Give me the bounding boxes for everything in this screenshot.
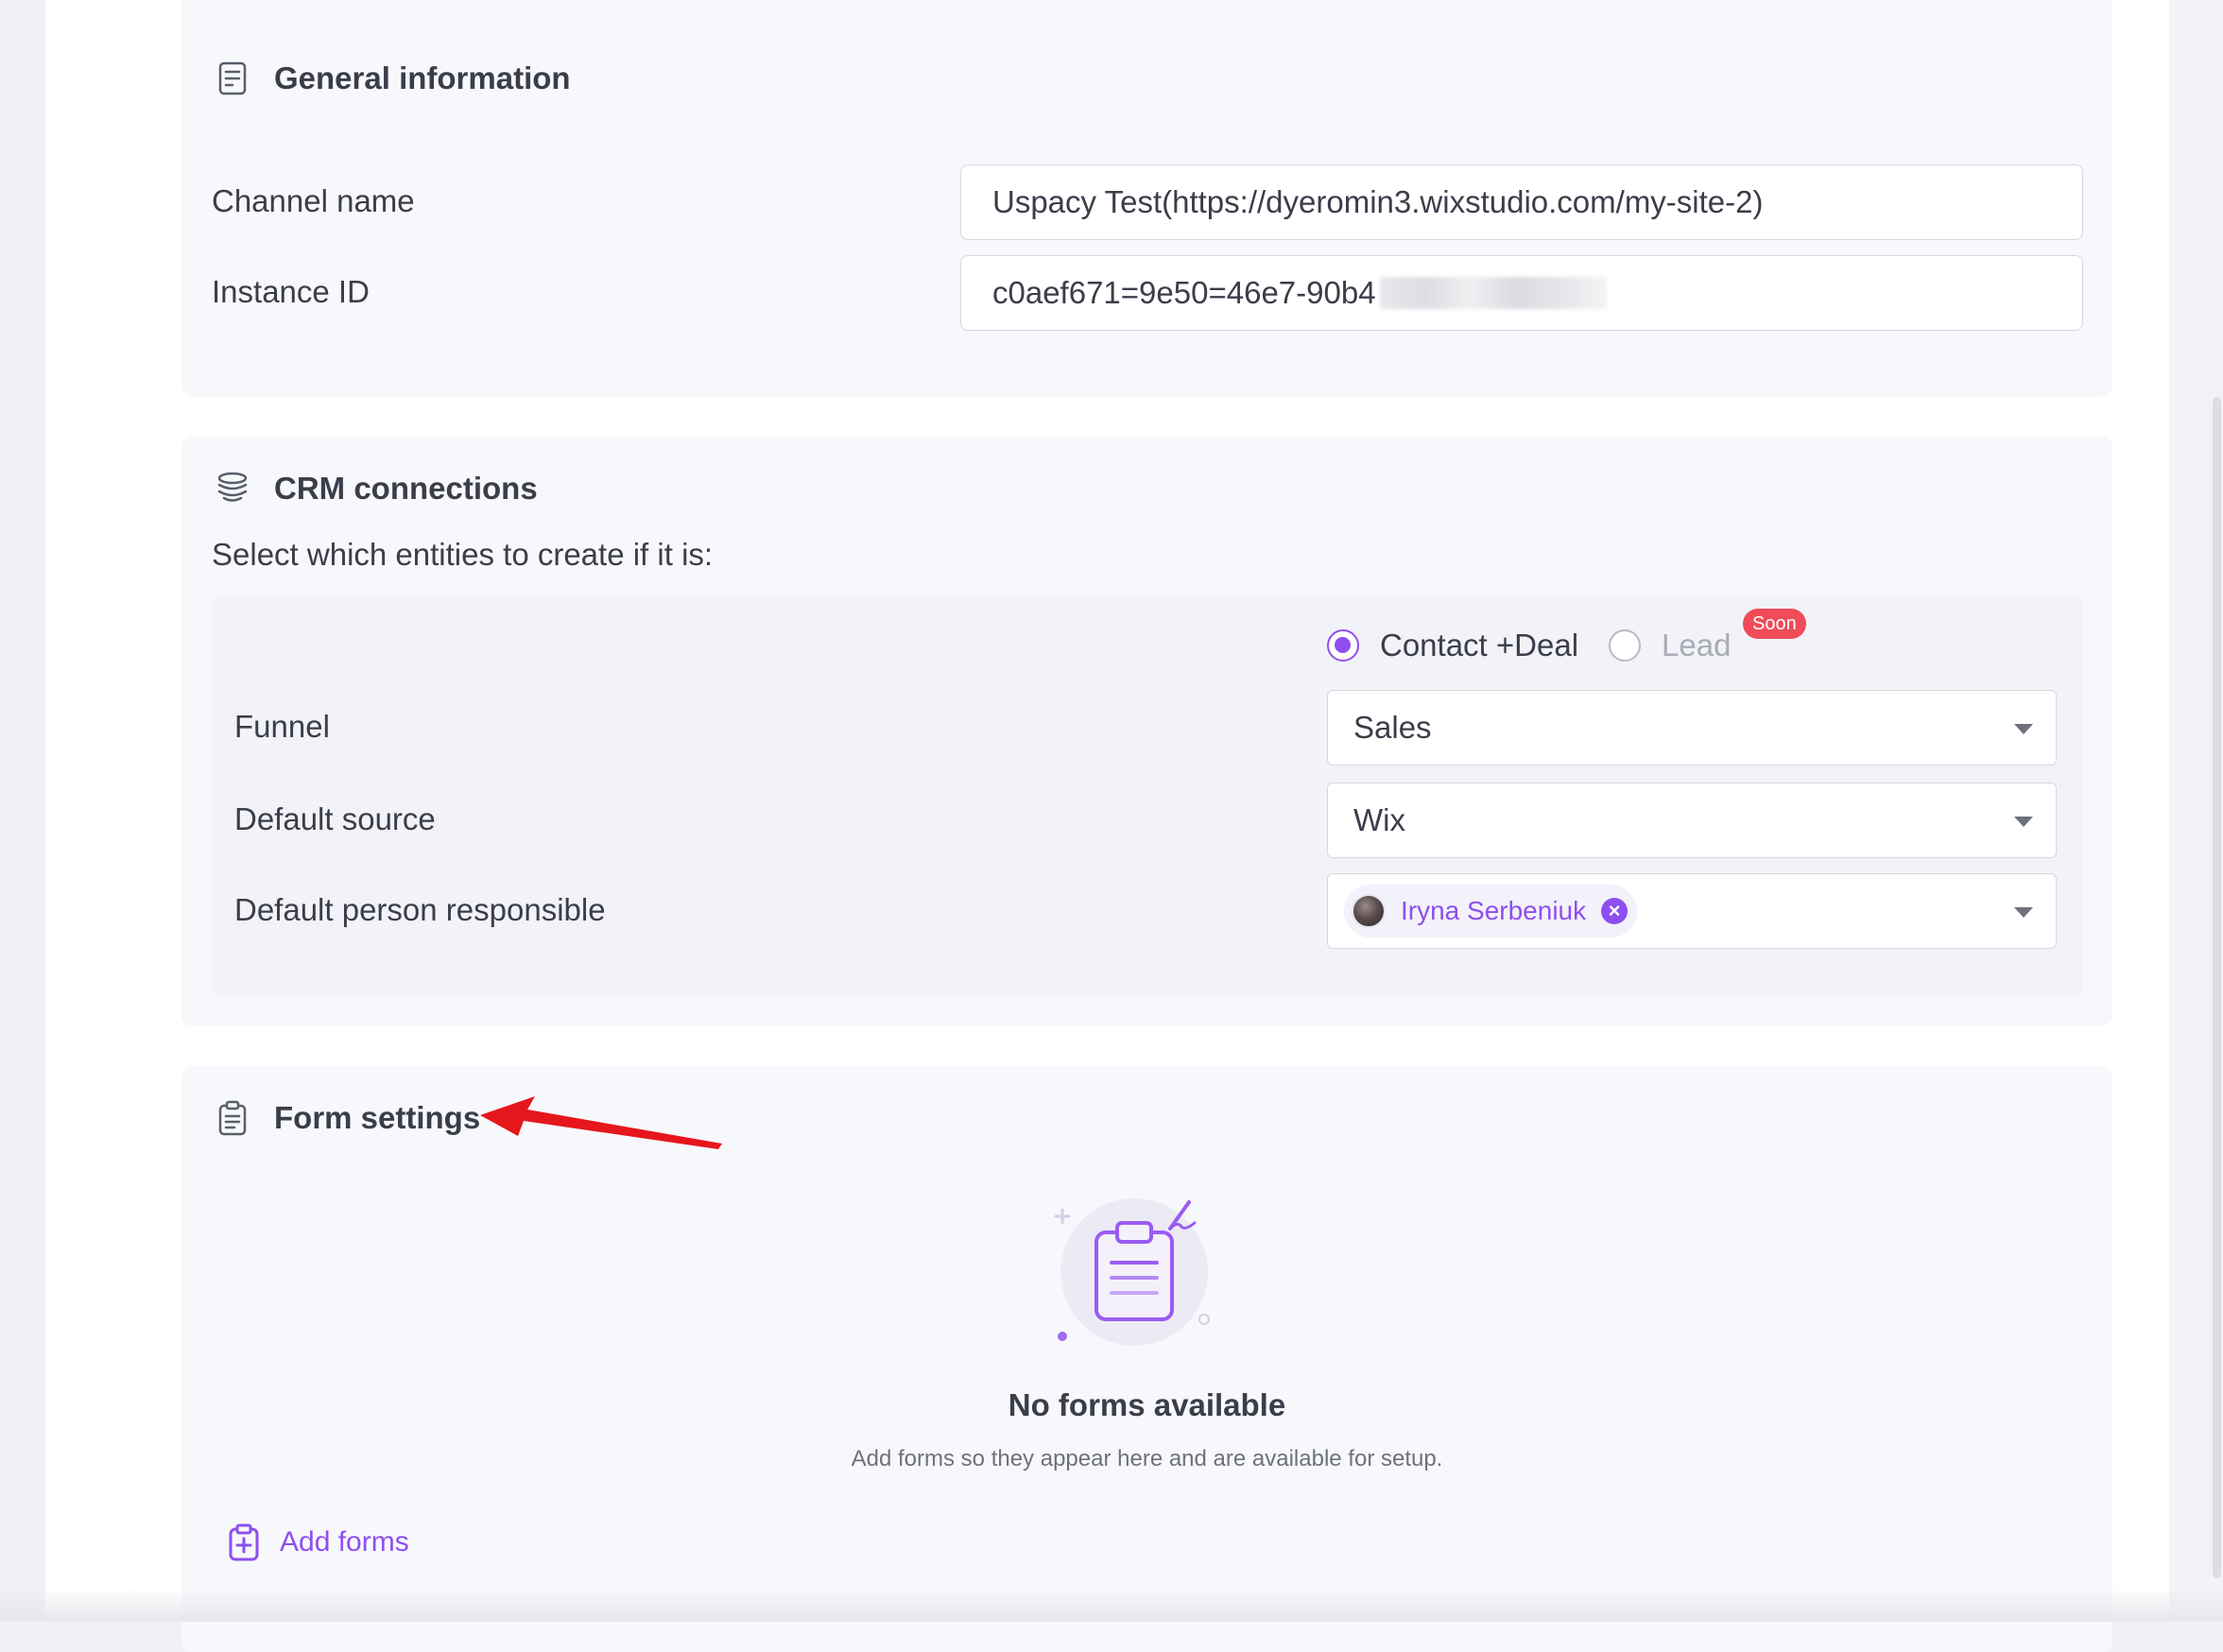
database-icon <box>215 472 250 506</box>
crm-connections-header: CRM connections <box>215 471 538 507</box>
chevron-down-icon <box>2014 724 2033 734</box>
form-settings-card: Form settings No forms available Add for… <box>181 1066 2112 1652</box>
radio-lead[interactable]: Lead <box>1609 628 1731 663</box>
funnel-label: Funnel <box>234 709 330 744</box>
person-name: Iryna Serbeniuk <box>1401 896 1587 925</box>
empty-state-title: No forms available <box>1008 1387 1286 1422</box>
default-source-value: Wix <box>1353 802 1405 837</box>
crm-subtitle: Select which entities to create if it is… <box>212 537 714 572</box>
general-information-header: General information <box>215 60 571 96</box>
section-title: CRM connections <box>274 471 538 506</box>
settings-page: General information Channel name Uspacy … <box>45 0 2169 1652</box>
funnel-select[interactable]: Sales <box>1327 690 2057 766</box>
radio-label: Contact +Deal <box>1380 628 1579 663</box>
channel-name-label: Channel name <box>212 183 415 218</box>
radio-contact-deal[interactable]: Contact +Deal <box>1327 628 1578 663</box>
add-clipboard-icon <box>229 1523 259 1561</box>
radio-unchecked-indicator <box>1609 629 1642 662</box>
empty-forms-illustration <box>1054 1198 1210 1346</box>
document-icon <box>215 61 250 95</box>
section-title: General information <box>274 60 571 95</box>
scrollbar[interactable] <box>2213 397 2221 1578</box>
radio-checked-indicator <box>1327 629 1359 662</box>
avatar <box>1352 894 1386 928</box>
instance-id-field[interactable]: c0aef671=9e50=46e7-90b4 <box>960 255 2083 331</box>
default-person-select[interactable]: Iryna Serbeniuk × <box>1327 873 2057 949</box>
funnel-value: Sales <box>1353 710 1432 745</box>
add-forms-label: Add forms <box>280 1526 409 1557</box>
channel-name-value: Uspacy Test(https://dyeromin3.wixstudio.… <box>992 184 1764 219</box>
soon-badge: Soon <box>1743 609 1806 639</box>
clipboard-icon <box>215 1100 250 1136</box>
chevron-down-icon <box>2014 907 2033 918</box>
form-settings-header: Form settings <box>215 1100 480 1136</box>
instance-id-label: Instance ID <box>212 274 370 309</box>
crm-connections-card: CRM connections Select which entities to… <box>181 437 2112 1026</box>
crm-settings-panel: Contact +Deal Lead Soon Funnel Sales Def… <box>212 595 2083 996</box>
bottom-fade <box>0 1588 2223 1622</box>
entity-radio-group: Contact +Deal Lead <box>1327 628 1731 663</box>
default-person-label: Default person responsible <box>234 892 606 927</box>
instance-id-value: c0aef671=9e50=46e7-90b4 <box>992 275 1376 310</box>
add-forms-button[interactable]: Add forms <box>227 1523 409 1561</box>
person-chip: Iryna Serbeniuk × <box>1344 885 1638 938</box>
section-title: Form settings <box>274 1100 481 1135</box>
remove-person-icon[interactable]: × <box>1601 898 1628 924</box>
chevron-down-icon <box>2014 817 2033 827</box>
default-source-label: Default source <box>234 801 436 836</box>
channel-name-field[interactable]: Uspacy Test(https://dyeromin3.wixstudio.… <box>960 164 2083 240</box>
radio-label: Lead <box>1662 628 1732 663</box>
general-information-card: General information Channel name Uspacy … <box>181 0 2112 397</box>
empty-state-subtitle: Add forms so they appear here and are av… <box>851 1446 1443 1471</box>
annotation-arrow-icon <box>480 1096 722 1149</box>
redacted-blur <box>1379 277 1607 309</box>
default-source-select[interactable]: Wix <box>1327 783 2057 858</box>
